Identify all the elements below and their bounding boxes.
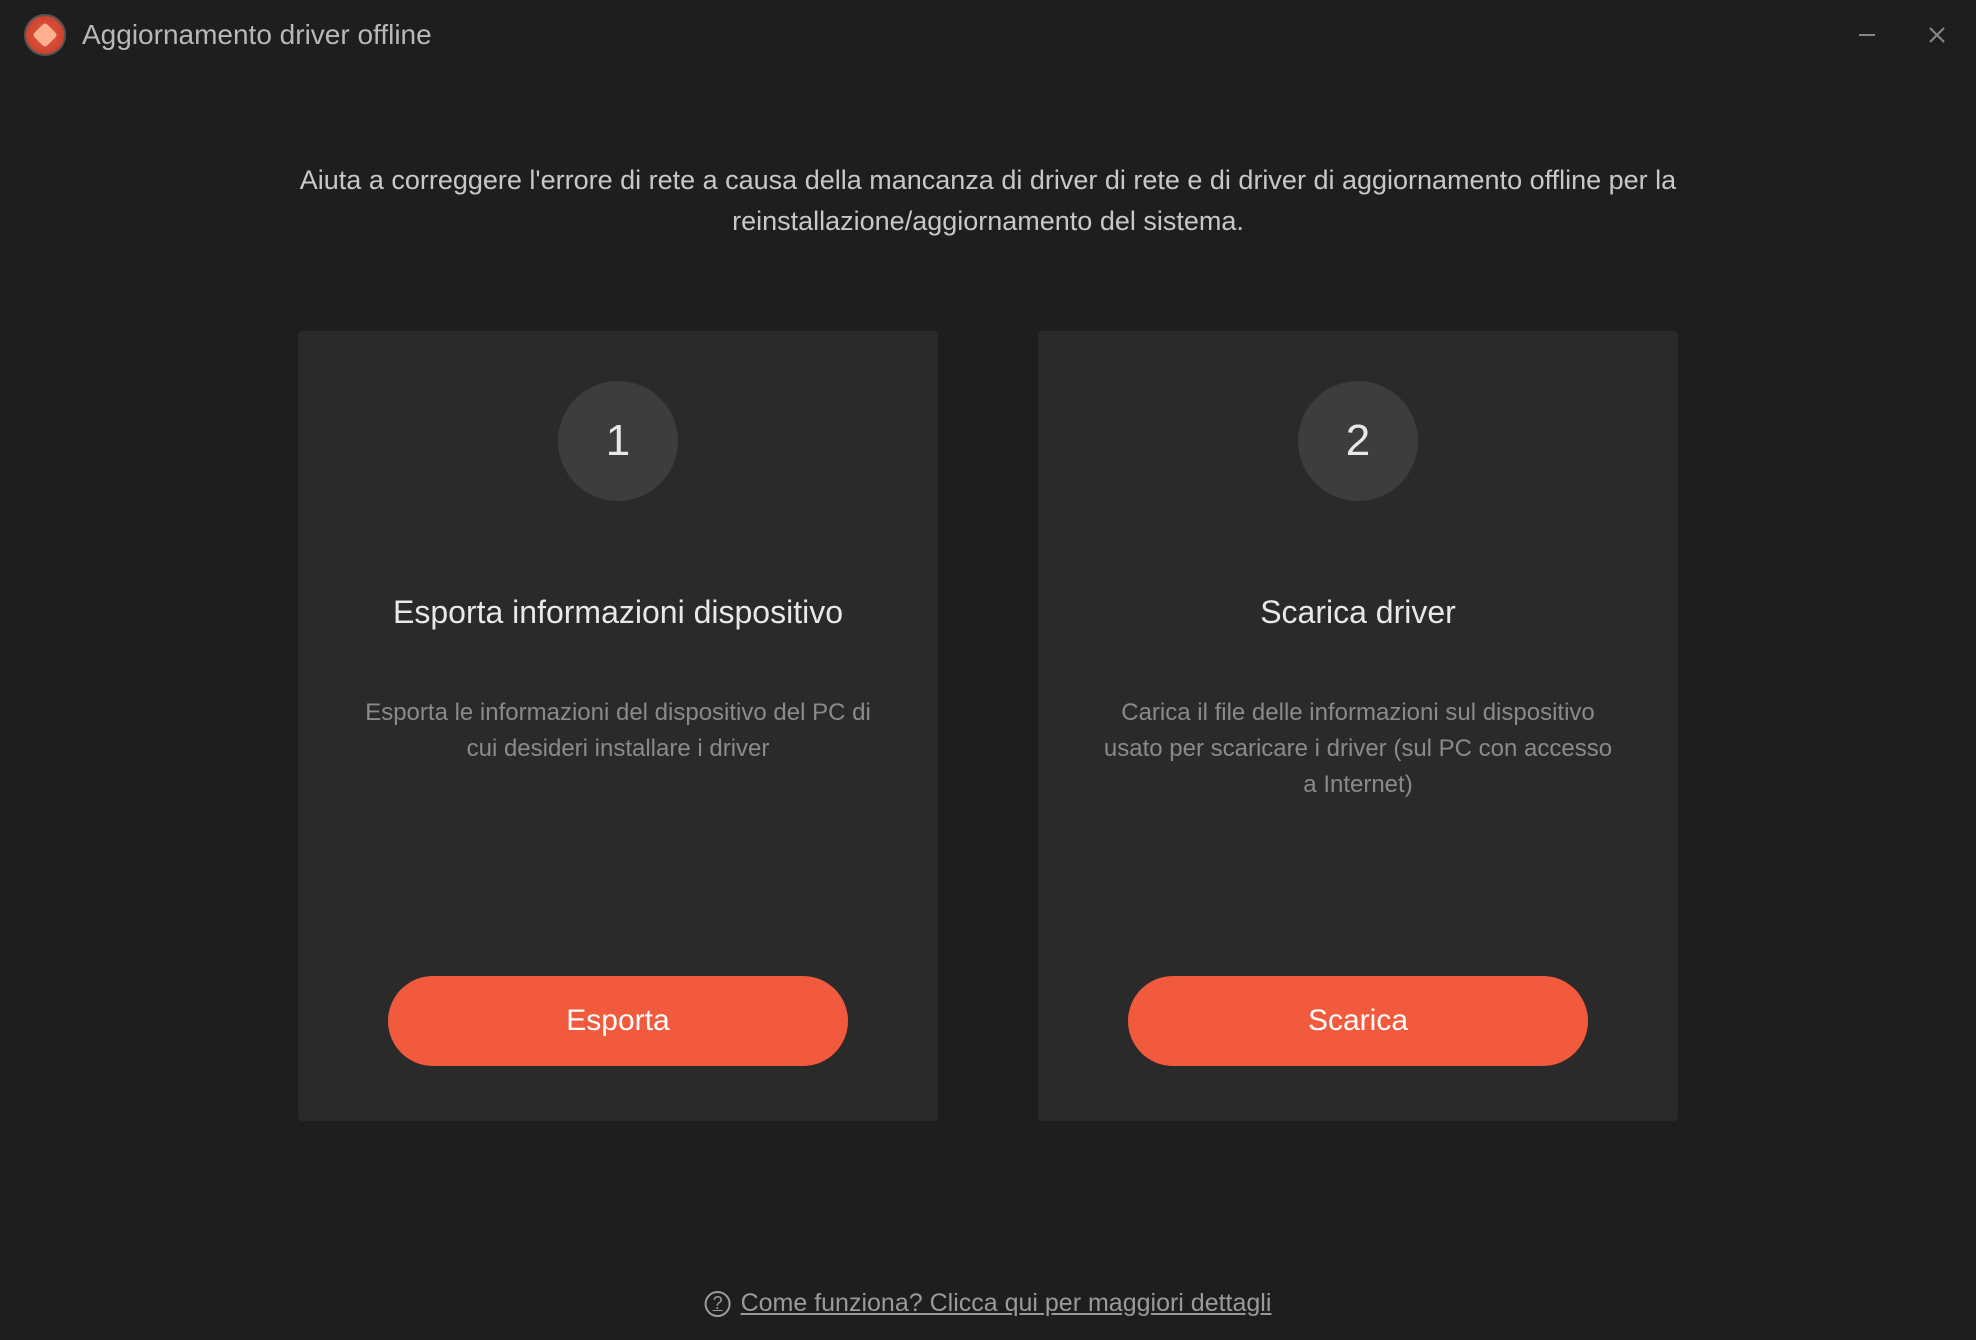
help-icon: ? [705, 1291, 731, 1317]
cards-container: 1 Esporta informazioni dispositivo Espor… [60, 331, 1916, 1121]
titlebar: Aggiornamento driver offline [0, 0, 1976, 70]
app-icon [24, 14, 66, 56]
step-number: 1 [558, 381, 678, 501]
download-button[interactable]: Scarica [1128, 976, 1588, 1066]
help-link[interactable]: ? Come funziona? Clicca qui per maggiori… [705, 1289, 1272, 1318]
window-title: Aggiornamento driver offline [82, 19, 432, 51]
main-description: Aiuta a correggere l'errore di rete a ca… [208, 160, 1768, 241]
close-button[interactable] [1922, 20, 1952, 50]
step-number: 2 [1298, 381, 1418, 501]
help-text: Come funziona? Clicca qui per maggiori d… [741, 1289, 1272, 1318]
main-content: Aiuta a correggere l'errore di rete a ca… [0, 70, 1976, 1121]
card-title: Scarica driver [1260, 571, 1456, 655]
card-export: 1 Esporta informazioni dispositivo Espor… [298, 331, 938, 1121]
export-button[interactable]: Esporta [388, 976, 848, 1066]
minimize-button[interactable] [1852, 20, 1882, 50]
card-description: Esporta le informazioni del dispositivo … [348, 695, 888, 976]
card-download: 2 Scarica driver Carica il file delle in… [1038, 331, 1678, 1121]
titlebar-left: Aggiornamento driver offline [24, 14, 432, 56]
window-controls [1852, 20, 1952, 50]
card-title: Esporta informazioni dispositivo [393, 571, 843, 655]
card-description: Carica il file delle informazioni sul di… [1088, 695, 1628, 976]
